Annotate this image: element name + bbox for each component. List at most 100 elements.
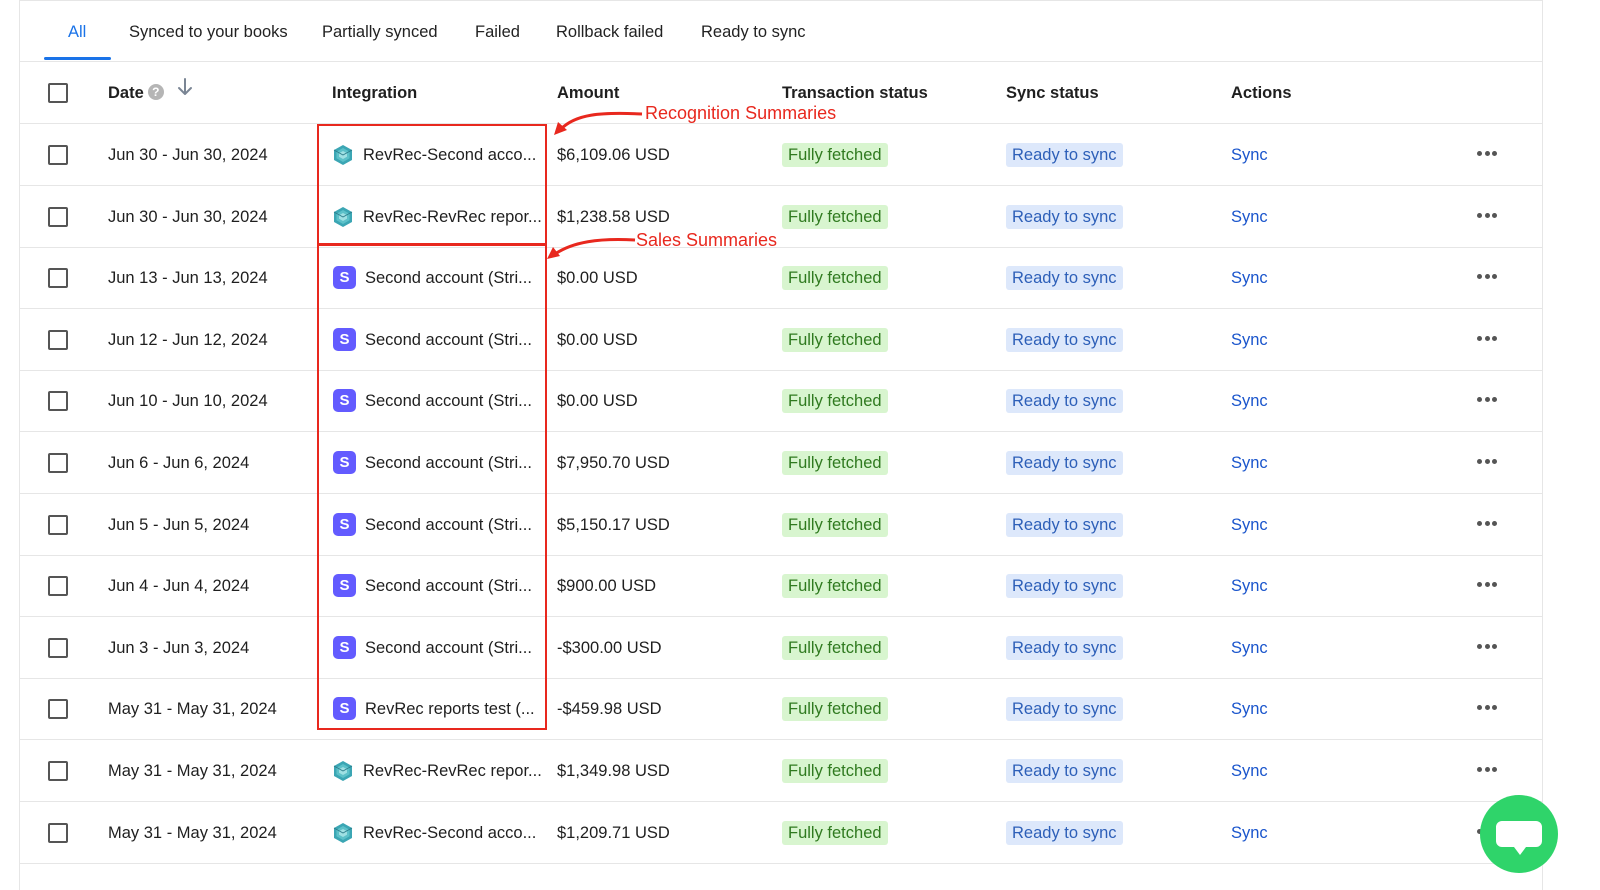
row-checkbox[interactable] bbox=[48, 761, 68, 781]
row-checkbox[interactable] bbox=[48, 699, 68, 720]
more-options-icon[interactable] bbox=[1477, 274, 1497, 280]
sync-status-badge: Ready to sync bbox=[1006, 451, 1123, 475]
row-date: May 31 - May 31, 2024 bbox=[108, 823, 277, 842]
transaction-status-badge: Fully fetched bbox=[782, 389, 888, 414]
tab-synced[interactable]: Synced to your books bbox=[129, 1, 288, 62]
row-checkbox[interactable] bbox=[48, 822, 68, 843]
row-amount: $0.00 USD bbox=[557, 330, 638, 349]
tab-all[interactable]: All bbox=[68, 1, 86, 62]
sync-status-badge: Ready to sync bbox=[1006, 574, 1123, 599]
actions-column-header: Actions bbox=[1231, 84, 1292, 102]
row-amount: -$300.00 USD bbox=[557, 638, 662, 657]
more-options-icon[interactable] bbox=[1477, 151, 1497, 157]
row-date: May 31 - May 31, 2024 bbox=[108, 700, 277, 719]
sync-button[interactable]: Sync bbox=[1231, 494, 1268, 556]
sync-button[interactable]: Sync bbox=[1231, 555, 1268, 617]
row-checkbox[interactable] bbox=[48, 329, 68, 350]
row-date: May 31 - May 31, 2024 bbox=[108, 762, 277, 780]
recognition-arrow-icon bbox=[554, 111, 643, 135]
select-all-checkbox[interactable] bbox=[48, 83, 68, 103]
table-row: May 31 - May 31, 2024 RevRec-Second acco… bbox=[20, 802, 1542, 864]
row-checkbox[interactable] bbox=[48, 576, 68, 597]
sync-button[interactable]: Sync bbox=[1231, 186, 1268, 248]
table-row: Jun 30 - Jun 30, 2024 RevRec-RevRec repo… bbox=[20, 186, 1542, 248]
table-row: Jun 3 - Jun 3, 2024 S Second account (St… bbox=[20, 617, 1542, 679]
active-tab-indicator bbox=[44, 57, 111, 60]
table-row: Jun 6 - Jun 6, 2024 S Second account (St… bbox=[20, 432, 1542, 494]
transaction-status-badge: Fully fetched bbox=[782, 697, 888, 722]
transaction-status-badge: Fully fetched bbox=[782, 143, 888, 167]
more-options-icon[interactable] bbox=[1477, 459, 1497, 465]
row-date: Jun 5 - Jun 5, 2024 bbox=[108, 515, 250, 534]
sync-button[interactable]: Sync bbox=[1231, 678, 1268, 740]
more-options-icon[interactable] bbox=[1477, 335, 1497, 342]
recognition-summaries-label: Recognition Summaries bbox=[645, 103, 837, 123]
sync-status-column-header: Sync status bbox=[1006, 84, 1099, 102]
revrec-icon bbox=[331, 821, 355, 845]
row-amount: $1,209.71 USD bbox=[557, 823, 670, 842]
more-options-icon[interactable] bbox=[1477, 520, 1497, 527]
row-amount: $1,349.98 USD bbox=[557, 762, 670, 780]
row-checkbox[interactable] bbox=[48, 268, 68, 289]
more-options-icon[interactable] bbox=[1477, 582, 1497, 588]
more-options-icon[interactable] bbox=[1477, 212, 1497, 219]
sync-button[interactable]: Sync bbox=[1231, 617, 1268, 679]
tab-ready-to-sync[interactable]: Ready to sync bbox=[701, 1, 806, 62]
row-amount: $7,950.70 USD bbox=[557, 454, 670, 472]
transaction-status-badge: Fully fetched bbox=[782, 266, 888, 291]
row-amount: -$459.98 USD bbox=[557, 700, 662, 719]
table-row: Jun 30 - Jun 30, 2024 RevRec-Second acco… bbox=[20, 124, 1542, 186]
tab-rollback-failed[interactable]: Rollback failed bbox=[556, 1, 663, 62]
sync-button[interactable]: Sync bbox=[1231, 309, 1268, 371]
sync-status-badge: Ready to sync bbox=[1006, 635, 1123, 660]
row-integration: RevRec-RevRec repor... bbox=[363, 762, 542, 780]
sync-status-badge: Ready to sync bbox=[1006, 512, 1123, 537]
row-checkbox[interactable] bbox=[48, 453, 68, 473]
table-row: Jun 10 - Jun 10, 2024 S Second account (… bbox=[20, 370, 1542, 433]
sync-status-badge: Ready to sync bbox=[1006, 327, 1123, 352]
sales-summaries-label: Sales Summaries bbox=[636, 230, 778, 250]
sync-status-badge: Ready to sync bbox=[1006, 143, 1123, 167]
tab-failed[interactable]: Failed bbox=[475, 1, 520, 62]
row-checkbox[interactable] bbox=[48, 514, 68, 535]
chat-widget-button[interactable] bbox=[1480, 795, 1558, 873]
tab-partially-synced[interactable]: Partially synced bbox=[322, 1, 438, 62]
more-options-icon[interactable] bbox=[1477, 767, 1497, 773]
more-options-icon[interactable] bbox=[1477, 643, 1497, 650]
sync-button[interactable]: Sync bbox=[1231, 740, 1268, 802]
filter-tabs: All Synced to your books Partially synce… bbox=[20, 1, 1542, 62]
sync-status-badge: Ready to sync bbox=[1006, 204, 1123, 229]
more-options-icon[interactable] bbox=[1477, 705, 1497, 711]
sync-status-badge: Ready to sync bbox=[1006, 820, 1123, 845]
sales-arrow-icon bbox=[547, 238, 636, 259]
help-icon[interactable]: ? bbox=[147, 83, 164, 100]
recognition-summaries-highlight bbox=[317, 124, 547, 245]
arrow-down-icon[interactable] bbox=[176, 61, 194, 123]
row-amount: $900.00 USD bbox=[557, 577, 657, 596]
row-amount: $5,150.17 USD bbox=[557, 515, 670, 534]
table-row: Jun 5 - Jun 5, 2024 S Second account (St… bbox=[20, 494, 1542, 556]
table-row: Jun 12 - Jun 12, 2024 S Second account (… bbox=[20, 309, 1542, 371]
date-column-header[interactable]: Date? bbox=[108, 62, 194, 124]
row-checkbox[interactable] bbox=[48, 145, 68, 165]
transaction-status-badge: Fully fetched bbox=[782, 759, 888, 783]
integration-column-header: Integration bbox=[332, 84, 418, 102]
sync-status-badge: Ready to sync bbox=[1006, 389, 1123, 414]
sync-button[interactable]: Sync bbox=[1231, 124, 1268, 186]
sync-button[interactable]: Sync bbox=[1231, 247, 1268, 309]
sync-status-badge: Ready to sync bbox=[1006, 266, 1123, 291]
sync-button[interactable]: Sync bbox=[1231, 370, 1268, 432]
more-options-icon[interactable] bbox=[1477, 397, 1497, 403]
sync-button[interactable]: Sync bbox=[1231, 432, 1268, 494]
transaction-status-badge: Fully fetched bbox=[782, 635, 888, 660]
row-checkbox[interactable] bbox=[48, 637, 68, 658]
transaction-status-badge: Fully fetched bbox=[782, 204, 888, 229]
sync-button[interactable]: Sync bbox=[1231, 802, 1268, 864]
table-row: May 31 - May 31, 2024 RevRec-RevRec repo… bbox=[20, 740, 1542, 802]
sync-status-badge: Ready to sync bbox=[1006, 759, 1123, 783]
revrec-icon bbox=[331, 759, 355, 783]
row-checkbox[interactable] bbox=[48, 206, 68, 227]
row-checkbox[interactable] bbox=[48, 391, 68, 412]
date-header-label: Date bbox=[108, 84, 144, 102]
sync-status-badge: Ready to sync bbox=[1006, 697, 1123, 722]
